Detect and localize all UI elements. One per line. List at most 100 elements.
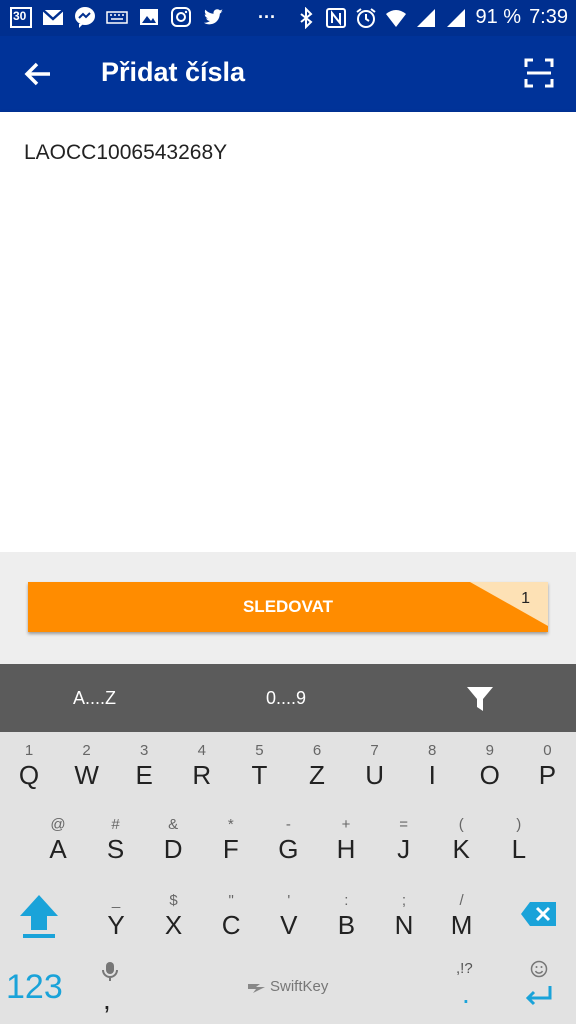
emoji-icon[interactable] — [530, 960, 548, 978]
numbers-key[interactable]: 123 — [6, 968, 63, 1007]
key-label: J — [397, 834, 411, 864]
key-b[interactable]: :B — [319, 882, 373, 946]
key-sub-label: 7 — [370, 742, 379, 759]
key-label: V — [280, 910, 298, 940]
tracking-number-field[interactable] — [22, 140, 546, 166]
comma-key[interactable]: , — [103, 984, 111, 1016]
key-r[interactable]: 4R — [175, 732, 229, 796]
key-s[interactable]: # S — [89, 806, 143, 870]
key-k[interactable]: (K — [434, 806, 488, 870]
signal-icon — [415, 7, 437, 29]
key-sub-label: 3 — [140, 742, 149, 759]
alarm-icon — [355, 7, 377, 29]
punctuation-sub: ,!? — [456, 960, 473, 977]
twitter-icon — [202, 6, 224, 28]
key-label: S — [106, 834, 125, 864]
filter-icon[interactable] — [466, 686, 494, 712]
key-sub-label: 6 — [312, 742, 322, 759]
key-q[interactable]: 1Q — [2, 732, 56, 796]
key-sub-label: - — [285, 816, 291, 833]
overflow-dots: ··· — [258, 6, 276, 27]
key-label: P — [538, 760, 557, 790]
key-i[interactable]: 8I — [405, 732, 459, 796]
key-label: I — [428, 760, 436, 790]
calendar-day: 30 — [13, 9, 27, 23]
key-sub-label: @ — [50, 816, 66, 833]
key-label: H — [336, 834, 356, 864]
battery-level: 91 % — [475, 6, 522, 28]
microphone-icon[interactable] — [100, 960, 120, 982]
key-j[interactable]: = J — [377, 806, 431, 870]
messenger-icon — [74, 6, 96, 28]
key-label: D — [163, 834, 183, 864]
key-sub-label: 2 — [82, 742, 91, 759]
key-label: G — [278, 834, 299, 864]
keyboard: 1Q2W3E4R5T6Z7U8I9O0P @ A # S & D * F - G + H = J(K) L … — [0, 732, 576, 1024]
key-g[interactable]: -G — [261, 806, 315, 870]
app-bar: Přidat čísla — [0, 36, 576, 112]
key-sub-label: / — [459, 892, 464, 909]
calendar-icon: 30 — [10, 6, 32, 28]
keyboard-icon — [106, 6, 128, 28]
key-sub-label: = — [399, 816, 408, 833]
key-label: A — [49, 834, 67, 864]
nfc-icon — [325, 7, 347, 29]
key-h[interactable]: + H — [319, 806, 373, 870]
key-l[interactable]: ) L — [492, 806, 546, 870]
back-arrow-icon[interactable] — [20, 56, 56, 92]
key-y[interactable]: _ Y — [89, 882, 143, 946]
key-label: B — [337, 910, 356, 940]
key-label: L — [511, 834, 527, 864]
backspace-key[interactable] — [520, 900, 558, 928]
letters-layout-button[interactable]: A....Z — [73, 688, 116, 709]
key-c[interactable]: " C — [204, 882, 258, 946]
key-x[interactable]: $ X — [147, 882, 201, 946]
key-n[interactable]: ; N — [377, 882, 431, 946]
key-e[interactable]: 3E — [117, 732, 171, 796]
key-v[interactable]: ' V — [262, 882, 316, 946]
period-key[interactable]: . — [462, 978, 470, 1010]
key-label: N — [394, 910, 414, 940]
image-icon — [138, 6, 160, 28]
key-label: X — [164, 910, 183, 940]
key-sub-label: " — [228, 892, 234, 909]
key-sub-label: 1 — [24, 742, 34, 759]
key-w[interactable]: 2W — [60, 732, 114, 796]
track-button-label: SLEDOVAT — [242, 597, 334, 616]
key-label: W — [74, 760, 99, 790]
clock: 7:39 — [529, 6, 568, 28]
key-sub-label: 9 — [485, 742, 494, 759]
count-badge: 1 — [470, 582, 548, 626]
key-label: F — [222, 834, 239, 864]
key-sub-label: : — [344, 892, 349, 909]
key-sub-label: # — [111, 816, 120, 833]
key-sub-label: ( — [458, 816, 464, 833]
wifi-icon — [385, 7, 407, 29]
instagram-icon — [170, 6, 192, 28]
space-bar-label: SwiftKey — [270, 978, 329, 995]
key-o[interactable]: 9O — [463, 732, 517, 796]
key-sub-label: + — [341, 816, 351, 833]
key-z[interactable]: 6Z — [290, 732, 344, 796]
swiftkey-logo-icon — [248, 983, 265, 993]
key-p[interactable]: 0P — [520, 732, 574, 796]
key-f[interactable]: * F — [204, 806, 258, 870]
key-sub-label: 0 — [543, 742, 552, 759]
enter-key[interactable] — [524, 984, 554, 1008]
scan-barcode-icon[interactable] — [524, 58, 554, 88]
key-sub-label: 5 — [255, 742, 264, 759]
key-sub-label: $ — [169, 892, 178, 909]
digits-layout-button[interactable]: 0....9 — [266, 688, 306, 709]
bluetooth-icon — [295, 6, 317, 29]
key-label: E — [135, 760, 153, 790]
key-u[interactable]: 7U — [348, 732, 402, 796]
count-badge-number: 1 — [521, 590, 530, 607]
key-d[interactable]: & D — [146, 806, 200, 870]
space-bar[interactable]: SwiftKey — [150, 950, 426, 1014]
shift-key[interactable] — [16, 892, 62, 940]
key-a[interactable]: @ A — [31, 806, 85, 870]
key-m[interactable]: / M — [435, 882, 489, 946]
track-button[interactable]: SLEDOVAT 1 — [28, 582, 548, 632]
key-t[interactable]: 5T — [232, 732, 286, 796]
key-sub-label: ; — [401, 892, 407, 909]
